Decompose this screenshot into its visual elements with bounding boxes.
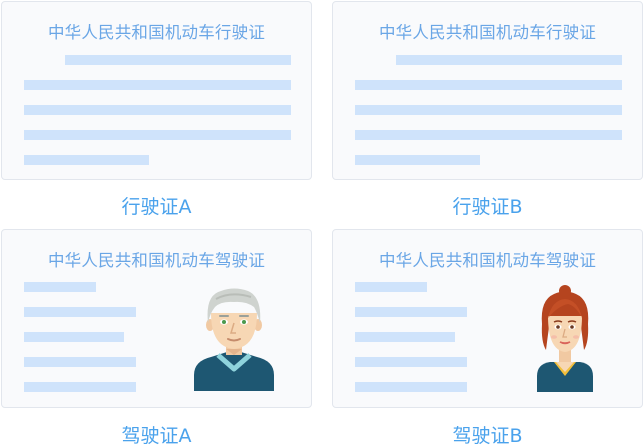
male-avatar-icon <box>194 288 274 391</box>
card-title: 中华人民共和国机动车行驶证 <box>378 23 597 42</box>
vehicle-license-a-card[interactable]: 中华人民共和国机动车行驶证 <box>1 1 312 180</box>
placeholder-line <box>24 80 291 90</box>
card-title: 中华人民共和国机动车驾驶证 <box>378 251 597 270</box>
vehicle-license-b-caption[interactable]: 行驶证B <box>332 192 643 219</box>
placeholder-line <box>24 382 136 392</box>
placeholder-line <box>24 130 291 140</box>
placeholder-line <box>355 282 427 292</box>
placeholder-line <box>24 332 124 342</box>
placeholder-line <box>355 155 480 165</box>
placeholder-line <box>355 80 622 90</box>
placeholder-line <box>355 382 467 392</box>
placeholder-line <box>396 55 622 65</box>
placeholder-line <box>24 357 136 367</box>
placeholder-line <box>24 282 96 292</box>
placeholder-line <box>24 307 136 317</box>
placeholder-line <box>355 307 467 317</box>
vehicle-license-a-caption[interactable]: 行驶证A <box>1 192 312 219</box>
placeholder-line <box>355 357 467 367</box>
driver-license-b-caption[interactable]: 驾驶证B <box>332 421 643 448</box>
vehicle-license-b-card[interactable]: 中华人民共和国机动车行驶证 <box>332 1 643 180</box>
placeholder-line <box>24 155 149 165</box>
driver-license-a-caption[interactable]: 驾驶证A <box>1 421 312 448</box>
placeholder-line <box>355 332 455 342</box>
driver-license-a-card[interactable]: 中华人民共和国机动车驾驶证 <box>1 229 312 408</box>
placeholder-line <box>65 55 291 65</box>
female-avatar-icon <box>537 285 593 392</box>
placeholder-line <box>24 105 291 115</box>
card-title: 中华人民共和国机动车行驶证 <box>47 23 266 42</box>
placeholder-line <box>355 105 622 115</box>
card-title: 中华人民共和国机动车驾驶证 <box>47 251 266 270</box>
driver-license-b-card[interactable]: 中华人民共和国机动车驾驶证 <box>332 229 643 408</box>
placeholder-line <box>355 130 622 140</box>
